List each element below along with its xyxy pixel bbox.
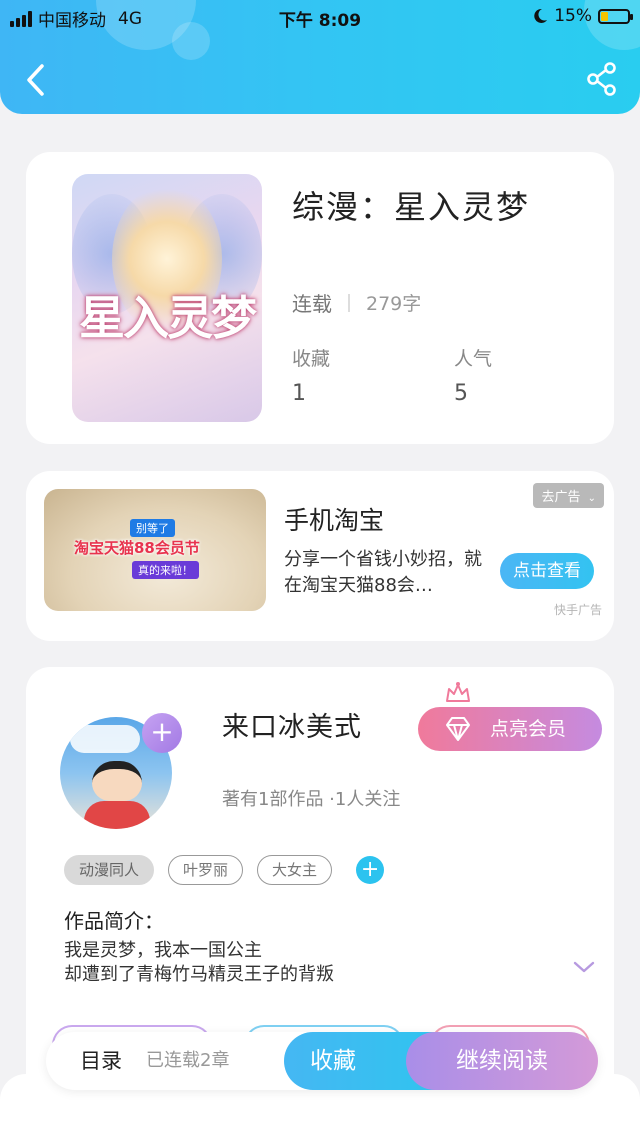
tag[interactable]: 叶罗丽 (168, 855, 244, 885)
ad-image-text: 真的来啦！ (132, 561, 199, 579)
continue-reading-button[interactable]: 继续阅读 (406, 1032, 598, 1090)
intro-line: 却遭到了青梅竹马精灵王子的背叛 (64, 964, 334, 985)
tag[interactable]: 动漫同人 (64, 855, 155, 885)
top-header: 中国移动 4G 下午 8:09 15% (0, 0, 640, 114)
expand-chevron-icon[interactable] (572, 959, 596, 975)
remove-ad-label: 去广告 (541, 490, 581, 505)
share-icon[interactable] (586, 62, 618, 96)
remove-ad-button[interactable]: 去广告 ⌄ (533, 483, 604, 508)
intro-heading: 作品简介： (64, 909, 164, 933)
vip-button[interactable]: 点亮会员 (418, 682, 602, 751)
divider (348, 293, 350, 312)
author-works-summary: 著有1部作品 ·1人关注 (222, 789, 401, 810)
ad-card[interactable]: 别等了 淘宝天猫88会员节 真的来啦！ 手机淘宝 分享一个省钱小妙招，就在淘宝天… (26, 471, 614, 641)
tag[interactable]: 大女主 (257, 855, 333, 885)
book-info-card: 星入灵梦 综漫：星入灵梦 连载 279字 收藏 1 人气 5 (26, 152, 614, 444)
add-tag-icon[interactable]: + (356, 856, 385, 884)
bottom-action-bar: 目录 已连载2章 收藏 继续阅读 (46, 1032, 598, 1090)
diamond-icon (446, 717, 470, 741)
intro-line: 我是灵梦，我本一国公主 (64, 940, 262, 961)
cover-title: 星入灵梦 (79, 291, 257, 345)
moon-icon (534, 8, 548, 23)
book-title: 综漫：星入灵梦 (292, 188, 531, 226)
intro-text: 我是灵梦，我本一国公主 却遭到了青梅竹马精灵王子的背叛 (64, 939, 334, 987)
status-bar: 中国移动 4G 下午 8:09 15% (0, 0, 640, 34)
favorites-stat: 收藏 1 (292, 344, 330, 406)
author-name: 来口冰美式 (222, 712, 362, 743)
toc-button[interactable]: 目录 (80, 1032, 122, 1090)
ad-image-text: 淘宝天猫88会员节 (74, 539, 200, 557)
book-cover[interactable]: 星入灵梦 (72, 174, 262, 422)
chapter-count: 已连载2章 (146, 1050, 230, 1071)
tag-list: 动漫同人 叶罗丽 大女主 + (64, 855, 385, 885)
ad-description: 分享一个省钱小妙招，就在淘宝天猫88会… (284, 549, 482, 596)
popularity-stat: 人气 5 (454, 344, 492, 406)
follow-plus-icon[interactable]: + (142, 713, 182, 753)
ad-image-text: 别等了 (130, 519, 175, 537)
favorites-value: 1 (292, 381, 306, 406)
vip-button-label: 点亮会员 (490, 718, 567, 740)
chevron-down-icon: ⌄ (587, 493, 596, 504)
crown-icon (446, 682, 470, 702)
popularity-label: 人气 (454, 348, 493, 370)
ad-image[interactable]: 别等了 淘宝天猫88会员节 真的来啦！ (44, 489, 266, 611)
back-icon[interactable] (22, 62, 48, 98)
ad-source: 快手广告 (553, 603, 602, 617)
book-status-row: 连载 279字 (292, 288, 421, 317)
battery-icon (598, 8, 633, 24)
serial-status: 连载 (292, 292, 332, 316)
popularity-value: 5 (454, 381, 468, 406)
word-count: 279字 (366, 293, 422, 315)
ad-title: 手机淘宝 (284, 506, 385, 535)
battery-percent: 15% (554, 6, 592, 26)
ad-view-button[interactable]: 点击查看 (500, 553, 594, 589)
favorites-label: 收藏 (292, 348, 331, 370)
